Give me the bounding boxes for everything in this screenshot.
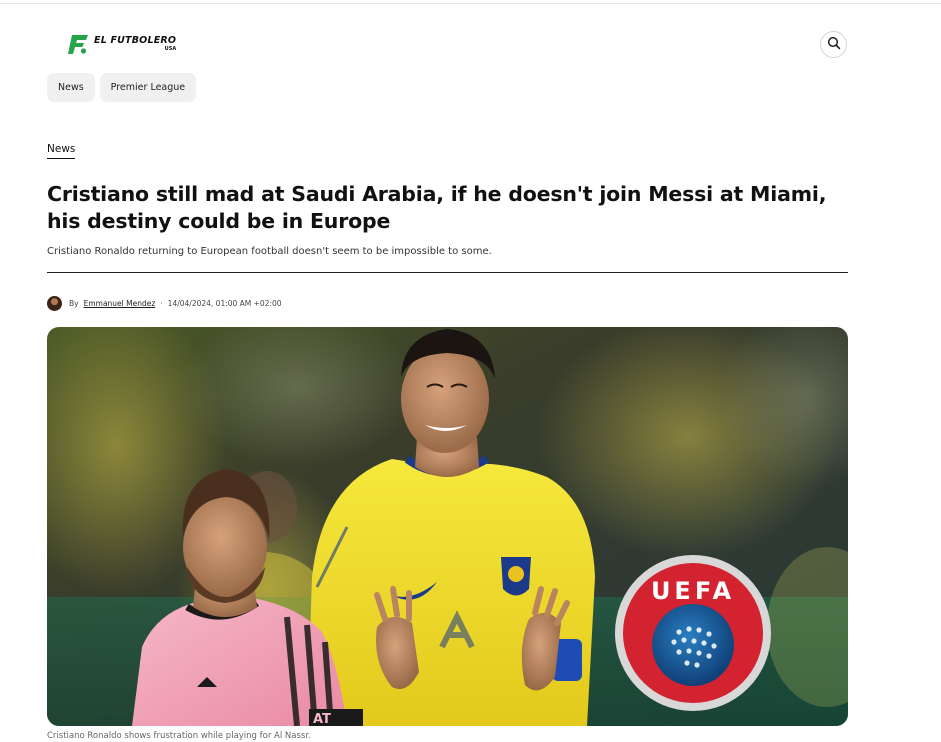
- article-timestamp: 14/04/2024, 01:00 AM +02:00: [167, 298, 282, 308]
- logo-sub: USA: [164, 45, 177, 52]
- article-dek: Cristiano Ronaldo returning to European …: [47, 246, 492, 257]
- image-caption: Cristiano Ronaldo shows frustration whil…: [47, 731, 311, 741]
- nav-chip-news[interactable]: News: [47, 73, 95, 102]
- logo-name: EL FUTBOLERO: [94, 35, 177, 47]
- search-icon: [827, 35, 841, 54]
- article-category[interactable]: News: [47, 143, 76, 159]
- byline: By Emmanuel Mendez · 14/04/2024, 01:00 A…: [47, 295, 282, 311]
- nav-chip-premier-league[interactable]: Premier League: [99, 73, 197, 102]
- byline-separator: ·: [160, 298, 163, 308]
- messi-shirt-text: AT: [313, 712, 331, 726]
- search-button[interactable]: [820, 31, 847, 58]
- topic-nav: News Premier League: [47, 73, 197, 102]
- author-link[interactable]: Emmanuel Mendez: [84, 299, 156, 308]
- author-avatar[interactable]: [47, 295, 62, 311]
- byline-prefix: By: [69, 298, 79, 308]
- logo-wordmark: EL FUTBOLERO USA: [94, 36, 176, 52]
- logo-icon: [68, 32, 90, 56]
- site-logo[interactable]: EL FUTBOLERO USA: [68, 31, 176, 57]
- uefa-badge-text: UEFA: [651, 577, 735, 605]
- divider: [47, 272, 848, 273]
- site-header: EL FUTBOLERO USA: [0, 0, 941, 70]
- hero-image: AT UEFA: [47, 327, 848, 726]
- article-title: Cristiano still mad at Saudi Arabia, if …: [47, 182, 827, 233]
